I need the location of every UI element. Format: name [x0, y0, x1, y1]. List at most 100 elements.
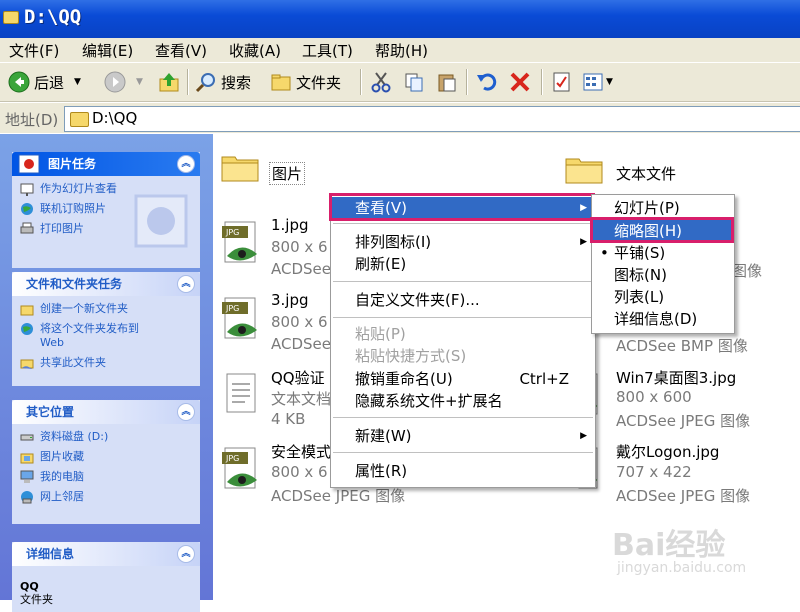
other-places-header[interactable]: 其它位置 ︽: [12, 400, 200, 424]
views-dropdown-icon[interactable]: ▼: [606, 77, 613, 87]
file-dimensions: 800 x 6: [271, 313, 328, 331]
publish-web-link[interactable]: 将这个文件夹发布到: [20, 322, 192, 336]
pictures-folder-icon: [20, 453, 34, 464]
file-name[interactable]: QQ验证: [271, 367, 325, 388]
highlight-frame: [329, 193, 595, 221]
menu-item-new[interactable]: 新建(W) ▶: [331, 425, 595, 447]
properties-button[interactable]: [551, 69, 577, 95]
jpg-file-icon[interactable]: JPG: [221, 446, 263, 494]
menu-item-hide-extensions[interactable]: 隐藏系统文件+扩展名: [331, 390, 595, 412]
folder-icon: [3, 11, 19, 24]
back-button[interactable]: 后退 ▼: [8, 69, 81, 95]
menu-favorites[interactable]: 收藏(A): [229, 40, 281, 61]
back-arrow-icon: [8, 71, 30, 93]
file-type: ACDSee JPEG 图像: [616, 487, 751, 505]
jpg-file-icon[interactable]: JPG: [221, 296, 263, 344]
slideshow-icon: [20, 183, 34, 196]
menu-item-undo-rename[interactable]: 撤销重命名(U) Ctrl+Z: [331, 368, 595, 390]
view-option-tiles[interactable]: • 平铺(S): [592, 242, 734, 264]
network-places-link[interactable]: 网上邻居: [20, 490, 192, 504]
file-dimensions: 800 x 6: [271, 463, 328, 481]
menu-item-paste: 粘贴(P): [355, 325, 406, 343]
view-option-filmstrip[interactable]: 幻灯片(P): [592, 197, 734, 219]
picture-tasks-header[interactable]: 图片任务 ︽: [12, 152, 200, 176]
menu-help[interactable]: 帮助(H): [375, 40, 428, 61]
search-button[interactable]: 搜索: [195, 69, 251, 95]
folder-icon: [70, 112, 89, 127]
view-option-list[interactable]: 列表(L): [592, 286, 734, 308]
file-type: 文本文档: [271, 390, 332, 408]
menu-bar: 文件(F) 编辑(E) 查看(V) 收藏(A) 工具(T) 帮助(H): [0, 38, 800, 63]
details-title: 详细信息: [26, 547, 75, 561]
paste-button[interactable]: [436, 69, 462, 95]
menu-item-refresh[interactable]: 刷新(E): [331, 253, 595, 275]
view-option-icons[interactable]: 图标(N): [592, 264, 734, 286]
search-label: 搜索: [221, 73, 252, 92]
printer-icon: [20, 222, 34, 234]
menu-item-customize-folder[interactable]: 自定义文件夹(F)...: [331, 289, 595, 311]
new-folder-icon: [20, 305, 34, 316]
my-pictures-link[interactable]: 图片收藏: [20, 450, 192, 464]
globe-icon: [21, 323, 33, 335]
file-name[interactable]: 安全模式: [271, 441, 331, 462]
address-input[interactable]: D:\QQ: [64, 106, 800, 132]
delete-x-icon: [510, 72, 530, 92]
view-option-details[interactable]: 详细信息(D): [592, 308, 734, 330]
folder-name-pictures[interactable]: 图片: [269, 162, 306, 185]
file-name[interactable]: 1.jpg: [271, 216, 309, 234]
file-dimensions: 707 x 422: [616, 463, 692, 481]
menu-tools[interactable]: 工具(T): [302, 40, 353, 61]
submenu-arrow-icon: ▶: [580, 431, 587, 441]
collapse-chevron-icon[interactable]: ︽: [177, 403, 195, 421]
collapse-chevron-icon[interactable]: ︽: [177, 275, 195, 293]
jpg-file-icon[interactable]: JPG: [221, 220, 263, 268]
new-folder-link[interactable]: 创建一个新文件夹: [20, 302, 192, 316]
scissors-icon: [371, 72, 391, 93]
folder-icon[interactable]: [221, 152, 259, 182]
delete-button[interactable]: [509, 69, 535, 95]
menu-view[interactable]: 查看(V): [155, 40, 207, 61]
publish-web-link-line2[interactable]: Web: [20, 336, 192, 350]
menu-item-arrange-icons[interactable]: 排列图标(I) ▶: [331, 231, 595, 253]
address-label: 地址(D): [5, 111, 59, 129]
menu-file[interactable]: 文件(F): [9, 40, 59, 61]
forward-button[interactable]: ▼: [104, 69, 143, 95]
forward-dropdown-icon: ▼: [136, 77, 143, 87]
paste-icon: [438, 74, 456, 92]
file-name[interactable]: 3.jpg: [271, 291, 309, 309]
details-panel: 详细信息 ︽ QQ 文件夹: [12, 542, 200, 612]
file-tasks-header[interactable]: 文件和文件夹任务 ︽: [12, 272, 200, 296]
back-dropdown-icon[interactable]: ▼: [74, 77, 81, 87]
folder-icon[interactable]: [565, 154, 603, 184]
other-places-title: 其它位置: [26, 405, 75, 419]
other-places-panel: 其它位置 ︽ 资料磁盘 (D:) 图片收藏 我的电脑 网上邻居: [12, 400, 200, 524]
details-header[interactable]: 详细信息 ︽: [12, 542, 200, 566]
text-file-icon[interactable]: [221, 372, 263, 420]
menu-edit[interactable]: 编辑(E): [82, 40, 133, 61]
folder-name-text-files[interactable]: 文本文件: [616, 163, 676, 184]
picture-watermark-icon: [134, 194, 188, 248]
menu-item-properties[interactable]: 属性(R): [331, 460, 595, 482]
drive-d-link[interactable]: 资料磁盘 (D:): [20, 430, 192, 444]
computer-icon: [20, 470, 34, 483]
views-button[interactable]: ▼: [582, 69, 613, 95]
toolbar: 后退 ▼ ▼ 搜索 文件夹 ▼: [0, 63, 800, 102]
folders-button[interactable]: 文件夹: [270, 69, 341, 95]
cut-button[interactable]: [370, 69, 396, 95]
share-folder-link[interactable]: 共享此文件夹: [20, 356, 192, 370]
copy-icon: [405, 73, 423, 92]
copy-button[interactable]: [403, 69, 429, 95]
svg-text:JPG: JPG: [225, 454, 239, 463]
up-button[interactable]: [158, 69, 184, 95]
file-size: 4 KB: [271, 410, 306, 428]
file-name[interactable]: Win7桌面图3.jpg: [616, 367, 736, 388]
undo-button[interactable]: [476, 69, 502, 95]
my-computer-link[interactable]: 我的电脑: [20, 470, 192, 484]
selected-bullet-icon: •: [600, 244, 609, 262]
file-name[interactable]: 戴尔Logon.jpg: [616, 441, 719, 462]
collapse-chevron-icon[interactable]: ︽: [177, 545, 195, 563]
collapse-chevron-icon[interactable]: ︽: [177, 155, 195, 173]
file-tasks-panel: 文件和文件夹任务 ︽ 创建一个新文件夹 将这个文件夹发布到 Web 共享此文件夹: [12, 272, 200, 386]
submenu-arrow-icon: ▶: [580, 237, 587, 247]
file-dimensions: 800 x 600: [616, 388, 692, 406]
